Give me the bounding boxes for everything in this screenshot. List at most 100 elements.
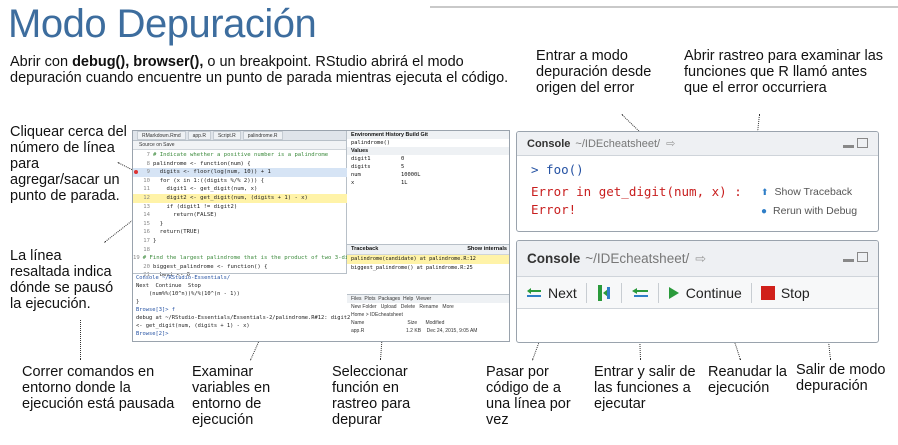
note-step-next: Pasar por código de a una línea por vez bbox=[486, 364, 571, 428]
breakpoint-gutter[interactable] bbox=[133, 211, 139, 220]
env-var-value: 10000L bbox=[401, 172, 421, 178]
line-number[interactable]: 20 bbox=[139, 263, 153, 272]
code-line[interactable]: 12 digit2 <- get_digit(num, (digits + 1)… bbox=[133, 193, 347, 203]
line-number[interactable]: 13 bbox=[139, 203, 153, 212]
code-line[interactable]: 9 digits <- floor(log(num, 10)) + 1 bbox=[133, 168, 347, 177]
go-to-directory-icon[interactable]: ⇨ bbox=[666, 137, 675, 150]
files-row[interactable]: Files Plots Packages Help Viewer bbox=[347, 295, 509, 303]
breakpoint-gutter[interactable] bbox=[133, 151, 139, 160]
breakpoint-gutter[interactable] bbox=[133, 237, 139, 246]
code-line[interactable]: 8 palindrome <- function(num) { bbox=[133, 160, 347, 169]
show-traceback-link[interactable]: ⬆ Show Traceback bbox=[761, 186, 852, 198]
line-number[interactable]: 7 bbox=[139, 151, 153, 160]
code-text: } bbox=[153, 220, 164, 227]
console-label: Console bbox=[527, 251, 581, 266]
env-scope[interactable]: palindrome() bbox=[347, 139, 509, 147]
code-line[interactable]: 18 bbox=[133, 246, 347, 255]
code-line[interactable]: 19 # Find the largest palindrome that is … bbox=[133, 254, 358, 263]
console-line: <- get_digit(num, (digits + 1) - x) bbox=[136, 323, 250, 329]
editor-tab[interactable]: app.R bbox=[187, 131, 211, 140]
line-number[interactable]: 9 bbox=[139, 168, 153, 177]
continue-button[interactable]: Continue bbox=[659, 282, 751, 304]
env-tabs[interactable]: Environment History Build Git bbox=[347, 131, 509, 139]
leader-line bbox=[80, 320, 81, 360]
next-button[interactable]: Next bbox=[517, 282, 586, 304]
code-area[interactable]: 7 # Indicate whether a positive number is… bbox=[133, 151, 358, 280]
code-line[interactable]: 16 return(TRUE) bbox=[133, 228, 347, 237]
traceback-row[interactable]: biggest_palindrome() at palindrome.R:25 bbox=[347, 264, 509, 273]
note-examine-vars: Examinar variables en entorno de ejecuci… bbox=[192, 364, 271, 428]
editor-tab[interactable]: RMarkdown.Rmd bbox=[137, 131, 186, 140]
next-icon bbox=[527, 287, 541, 297]
step-out-icon bbox=[631, 287, 648, 297]
editor-tab[interactable]: Script.R bbox=[212, 131, 241, 140]
line-number[interactable]: 16 bbox=[139, 228, 153, 237]
traceback-row[interactable]: palindrome(candidate) at palindrome.R:12 bbox=[347, 255, 509, 264]
env-var-name: digits bbox=[351, 164, 371, 170]
breakpoint-gutter[interactable] bbox=[133, 220, 139, 229]
env-var-value: 0 bbox=[401, 156, 405, 162]
breakpoint-icon[interactable] bbox=[134, 170, 138, 175]
code-line[interactable]: 13 if (digit1 != digit2) bbox=[133, 203, 347, 212]
code-line[interactable]: 7 # Indicate whether a positive number is… bbox=[133, 151, 347, 160]
files-row: Name Size Modified bbox=[351, 320, 445, 326]
note-click-line: Cliquear cerca del número de línea para … bbox=[10, 124, 127, 204]
code-line[interactable]: 15 } bbox=[133, 220, 347, 229]
line-number[interactable]: 14 bbox=[139, 211, 153, 220]
rerun-debug-link[interactable]: ● Rerun with Debug bbox=[761, 205, 857, 217]
maximize-icon[interactable] bbox=[857, 252, 868, 262]
code-line[interactable]: 20 biggest_palindrome <- function() { bbox=[133, 263, 347, 272]
error-line-1: Error in get_digit(num, x) : bbox=[531, 184, 742, 199]
show-internals-checkbox[interactable]: Show internals bbox=[467, 245, 507, 254]
env-var-value: 5 bbox=[401, 164, 405, 170]
breakpoint-gutter[interactable] bbox=[133, 185, 139, 194]
env-value-row[interactable]: digits 5 bbox=[347, 163, 509, 171]
line-number[interactable]: 10 bbox=[139, 177, 153, 186]
breakpoint-gutter[interactable] bbox=[133, 228, 139, 237]
code-line[interactable]: 11 digit1 <- get_digit(num, x) bbox=[133, 185, 347, 194]
minimize-icon[interactable] bbox=[843, 145, 854, 148]
breakpoint-gutter[interactable] bbox=[133, 194, 139, 203]
code-line[interactable]: 10 for (x in 1:((digits %/% 2))) { bbox=[133, 177, 347, 186]
go-to-directory-icon[interactable]: ⇨ bbox=[695, 251, 706, 267]
code-line[interactable]: 14 return(FALSE) bbox=[133, 211, 347, 220]
continue-label: Continue bbox=[685, 284, 742, 301]
stop-button[interactable]: Stop bbox=[752, 282, 819, 304]
step-into-button[interactable] bbox=[587, 282, 621, 304]
line-number[interactable]: 8 bbox=[139, 160, 153, 169]
line-number[interactable]: 12 bbox=[139, 194, 153, 203]
debug-console[interactable]: Console ~/RStudio-Essentials/Next Contin… bbox=[133, 273, 350, 341]
code-text: if (digit1 != digit2) bbox=[153, 203, 238, 210]
rerun-debug-label: Rerun with Debug bbox=[773, 205, 858, 217]
breakpoint-gutter[interactable] bbox=[133, 160, 139, 169]
note-select-function: Seleccionar función en rastreo para depu… bbox=[332, 364, 411, 428]
code-line[interactable]: 17} bbox=[133, 237, 347, 246]
traceback-title: Traceback bbox=[351, 246, 379, 252]
minimize-icon[interactable] bbox=[843, 259, 854, 262]
line-number[interactable]: 17 bbox=[139, 237, 153, 246]
env-value-row[interactable]: digit1 0 bbox=[347, 155, 509, 163]
files-row: Home > IDEcheatsheet bbox=[351, 312, 403, 318]
breakpoint-gutter[interactable] bbox=[133, 168, 139, 177]
env-value-row[interactable]: num 10000L bbox=[347, 171, 509, 179]
line-number[interactable]: 11 bbox=[139, 185, 153, 194]
env-values: digit1 0 digits 5 num 10000L x 1L bbox=[347, 155, 509, 187]
line-number[interactable]: 15 bbox=[139, 220, 153, 229]
error-line-2: Error! bbox=[531, 202, 577, 217]
window-controls bbox=[843, 138, 868, 148]
note-enter-debug: Entrar a modo depuración desde origen de… bbox=[536, 48, 652, 96]
line-number[interactable]: 18 bbox=[139, 246, 153, 255]
code-text: return(FALSE) bbox=[153, 212, 217, 219]
breakpoint-gutter[interactable] bbox=[133, 177, 139, 186]
line-number[interactable]: 19 bbox=[133, 254, 143, 263]
editor-tabs: RMarkdown.Rmd app.R Script.R palindrome.… bbox=[133, 131, 346, 141]
step-out-button[interactable] bbox=[622, 282, 658, 304]
note-highlighted-line: La línea resaltada indica dónde se pausó… bbox=[10, 248, 114, 312]
breakpoint-gutter[interactable] bbox=[133, 263, 139, 272]
page-title: Modo Depuración bbox=[8, 2, 317, 46]
editor-tab[interactable]: palindrome.R bbox=[242, 131, 283, 140]
env-value-row[interactable]: x 1L bbox=[347, 179, 509, 187]
breakpoint-gutter[interactable] bbox=[133, 203, 139, 212]
maximize-icon[interactable] bbox=[857, 138, 868, 148]
breakpoint-gutter[interactable] bbox=[133, 246, 139, 255]
